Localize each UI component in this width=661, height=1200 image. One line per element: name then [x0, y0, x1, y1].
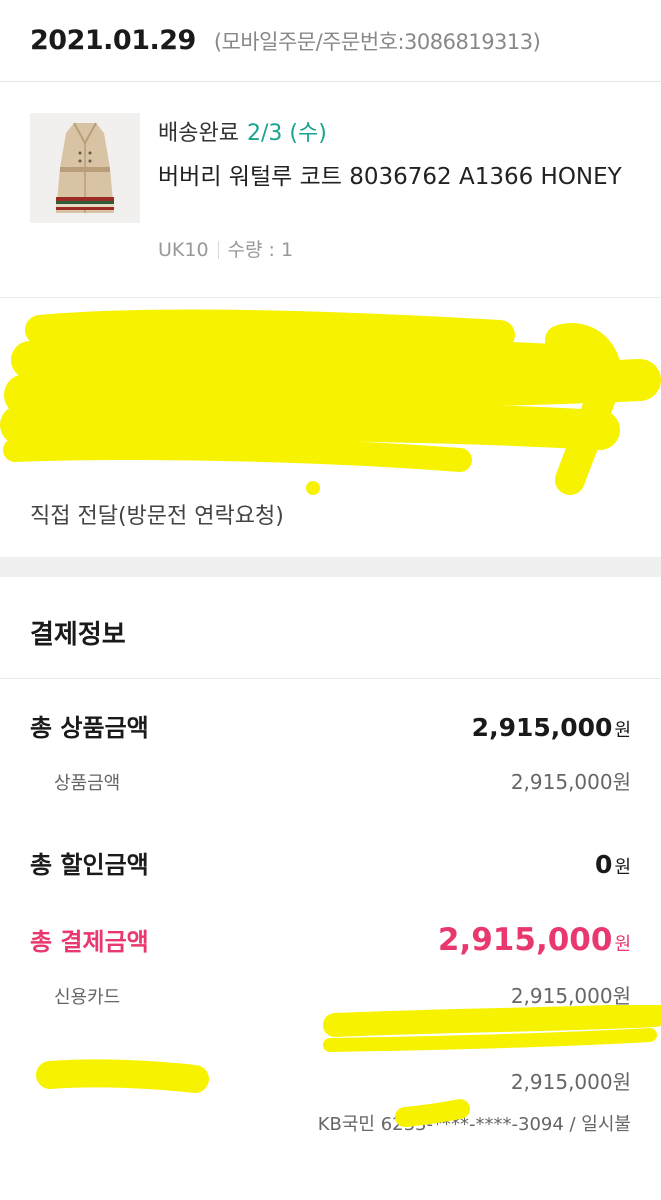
total-payment-row: 총 결제금액 2,915,000 원 [30, 922, 631, 958]
product-name[interactable]: 버버리 워털루 코트 8036762 A1366 HONEY [158, 160, 638, 195]
delivery-status-label: 배송완료 [158, 121, 239, 146]
goods-amount: 2,915,000원 [510, 770, 631, 794]
option-divider [217, 241, 219, 259]
total-discount-row: 총 할인금액 0원 [30, 845, 631, 880]
total-discount-label: 총 할인금액 [30, 851, 149, 879]
goods-row: 상품금액 2,915,000원 [30, 766, 631, 795]
order-header: 2021.01.29 (모바일주문/주문번호:3086819313) [0, 0, 661, 82]
product-size: UK10 [158, 239, 209, 261]
card-amount: 2,915,000원 [510, 984, 631, 1008]
payment-info-title: 결제정보 [30, 620, 126, 650]
product-item[interactable]: 배송완료 2/3 (수) 버버리 워털루 코트 8036762 A1366 HON… [0, 83, 661, 298]
payment-divider [0, 678, 661, 679]
card-info: KB국민 6233-****-****-3094 / 일시불 [317, 1114, 631, 1135]
section-divider [0, 557, 661, 577]
total-goods-amount: 2,915,000 원 [471, 713, 631, 742]
delivery-status-date: 2/3 (수) [246, 121, 327, 146]
order-date: 2021.01.29 [30, 25, 196, 56]
goods-label: 상품금액 [54, 773, 121, 794]
product-quantity: 수량 : 1 [227, 239, 294, 261]
card-detail-row: 2,915,000원 [30, 1066, 631, 1095]
card-label: 신용카드 [54, 987, 121, 1008]
total-goods-row: 총 상품금액 2,915,000 원 [30, 708, 631, 743]
total-payment-amount: 2,915,000 원 [437, 922, 631, 958]
total-payment-label: 총 결제금액 [30, 928, 149, 956]
delivery-status: 배송완료 2/3 (수) [158, 115, 327, 147]
product-options: UK10 수량 : 1 [158, 235, 293, 262]
total-goods-label: 총 상품금액 [30, 714, 149, 742]
order-number: (모바일주문/주문번호:3086819313) [213, 29, 541, 54]
product-thumbnail[interactable] [30, 113, 140, 223]
card-detail-amount: 2,915,000원 [510, 1070, 631, 1094]
total-discount-amount: 0원 [595, 850, 631, 879]
delivery-request: 직접 전달(방문전 연락요청) [30, 504, 284, 529]
card-row: 신용카드 2,915,000원 [30, 980, 631, 1009]
